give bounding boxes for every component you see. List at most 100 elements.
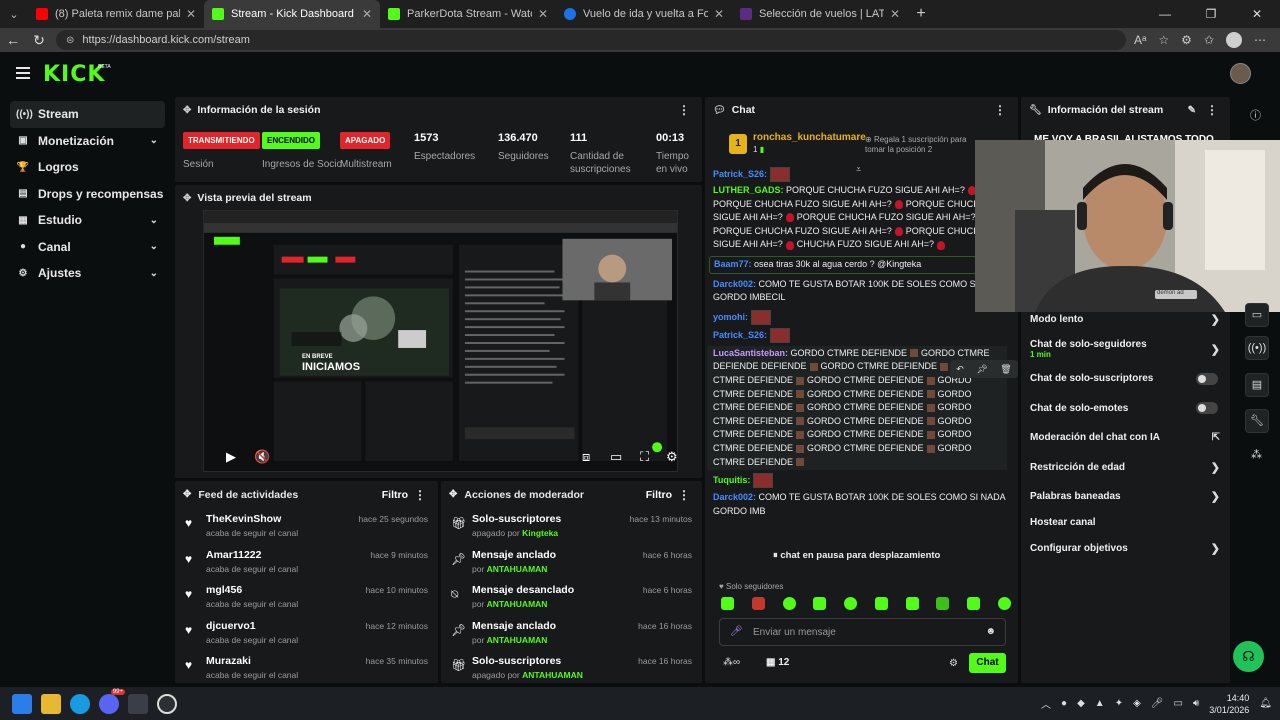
mute-icon[interactable]: 🔇 [254, 449, 270, 465]
setting-banned-words[interactable]: Palabras baneadas ❯ [1021, 482, 1230, 512]
discord-icon[interactable]: 99+ [99, 688, 125, 714]
browser-tab-youtube[interactable]: (8) Paleta remix dame paleta paleta ✕ [28, 0, 204, 28]
chat-username[interactable]: Darck002: [713, 279, 756, 289]
browser-tab-parkerdota[interactable]: ParkerDota Stream - Watch Live on ✕ [380, 0, 556, 28]
close-tab-icon[interactable]: ✕ [362, 7, 372, 21]
favorites-icon[interactable]: ✩ [1204, 33, 1214, 47]
emote-icon[interactable] [751, 597, 765, 610]
chat-username[interactable]: Patrick_S26: [713, 169, 767, 179]
emote-icon[interactable] [721, 597, 734, 610]
chat-tools-icon[interactable]: ⁂∞ [723, 657, 740, 668]
menu-icon[interactable] [16, 67, 30, 79]
favorite-star-icon[interactable]: ☆ [1158, 33, 1169, 47]
subscribers-only-toggle[interactable] [1196, 372, 1218, 385]
emote-icon[interactable] [844, 597, 858, 610]
setting-age-restriction[interactable]: Restricción de edad ❯ [1021, 453, 1230, 483]
user-avatar[interactable] [1230, 63, 1251, 84]
sidebar-item-ajustes[interactable]: ⚙ Ajustes ⌄ [0, 260, 172, 287]
more-icon[interactable]: ⋯ [1254, 33, 1266, 47]
chat-username[interactable]: Patrick_S26: [713, 330, 767, 340]
chat-input[interactable]: 🎤︎ Enviar un mensaje ☻ [719, 618, 1006, 646]
filter-button[interactable]: Filtro [646, 489, 672, 501]
tray-app-icon[interactable]: ● [1061, 698, 1067, 709]
emote-icon[interactable] [997, 597, 1011, 610]
move-handle-icon[interactable]: ✥ [183, 105, 191, 116]
sidebar-item-estudio[interactable]: ▦ Estudio ⌄ [0, 207, 172, 234]
microphone-icon[interactable]: 🎤︎ [730, 626, 743, 637]
setting-goals[interactable]: Configurar objetivos ❯ [1021, 534, 1230, 564]
file-explorer-icon[interactable] [41, 693, 61, 714]
emote-icon[interactable] [813, 597, 827, 610]
stream-preview-video[interactable]: EN BREVE INICIAMOS ▶ 🔇 ⧈ ▭ ⛶ ⚙ [203, 210, 678, 472]
apps-icon[interactable]: ⁂ [1251, 448, 1262, 461]
tray-app-icon[interactable]: ◆ [1077, 698, 1085, 709]
emote-icon[interactable] [936, 597, 950, 610]
clip-icon[interactable]: ⧈ [582, 449, 590, 465]
delete-icon[interactable]: 🗑︎ [1000, 364, 1011, 375]
emoji-picker-icon[interactable]: ☻ [985, 626, 996, 637]
browser-tab-vuelo[interactable]: Vuelo de ida y vuelta a Fortaleza | ✕ [556, 0, 732, 28]
theater-icon[interactable]: ▭ [610, 449, 622, 465]
tray-chevron-icon[interactable]: ︿ [1041, 696, 1051, 711]
chat-username[interactable]: LucaSantisteban: [713, 348, 788, 358]
more-options-icon[interactable]: ⋮ [1206, 103, 1218, 117]
info-icon[interactable]: ⓘ [1250, 107, 1261, 123]
sidebar-item-drops[interactable]: ▤ Drops y recompensas [0, 181, 172, 208]
settings-icon[interactable]: ⚙ [666, 449, 677, 465]
tray-app-icon[interactable]: ✦ [1115, 698, 1123, 709]
emotes-only-toggle[interactable] [1196, 402, 1218, 415]
close-tab-icon[interactable]: ✕ [538, 7, 548, 21]
status-badge[interactable]: APAGADO [340, 132, 391, 149]
extension-icon[interactable]: ⚙ [1181, 33, 1192, 47]
mod-user[interactable]: ANTAHUAMAN [487, 599, 548, 609]
pin-icon[interactable]: 📌︎ [976, 364, 987, 375]
more-options-icon[interactable]: ⋮ [678, 488, 690, 502]
restore-icon[interactable]: ❐ [1188, 0, 1234, 28]
windows-start-icon[interactable] [12, 693, 32, 714]
chat-username[interactable]: Baam77: [714, 259, 752, 269]
setting-followers-only[interactable]: Chat de solo-seguidores 1 min ❯ [1021, 335, 1230, 365]
sidebar-item-canal[interactable]: ● Canal ⌄ [0, 234, 172, 261]
edit-icon[interactable]: ✎ [1188, 105, 1196, 116]
sidebar-item-stream[interactable]: ((•)) Stream [10, 101, 165, 128]
minimize-icon[interactable]: — [1142, 0, 1188, 28]
close-window-icon[interactable]: ✕ [1234, 0, 1280, 28]
kick-logo[interactable]: KICK [43, 62, 105, 87]
tab-list-chevron-icon[interactable]: ⌄ [0, 8, 28, 21]
more-options-icon[interactable]: ⋮ [414, 488, 426, 502]
move-handle-icon[interactable]: ✥ [449, 489, 457, 500]
network-icon[interactable]: ▭ [1173, 698, 1182, 709]
reload-icon[interactable]: ↻ [26, 32, 52, 49]
site-info-icon[interactable]: ⊜ [66, 35, 74, 46]
sidebar-item-logros[interactable]: 🏆 Logros [0, 154, 172, 181]
send-chat-button[interactable]: Chat [969, 653, 1006, 673]
viewers-count[interactable]: ▦ 12 [766, 657, 789, 668]
chat-username[interactable]: yomohi: [713, 312, 748, 322]
back-icon[interactable]: ← [0, 32, 26, 48]
chat-username[interactable]: Darck002: [713, 492, 756, 502]
status-badge[interactable]: ENCENDIDO [262, 132, 321, 149]
layout-tool-icon[interactable]: ▤ [1245, 373, 1269, 397]
chat-username[interactable]: LUTHER_GADS: [713, 185, 784, 195]
notifications-icon[interactable]: 🔔︎ [1259, 698, 1272, 709]
chat-settings-icon[interactable]: ⚙ [949, 658, 958, 669]
mod-user[interactable]: ANTAHUAMAN [522, 670, 583, 680]
close-tab-icon[interactable]: ✕ [714, 7, 724, 21]
tray-app-icon[interactable]: ▲ [1095, 698, 1105, 709]
setting-host-channel[interactable]: Hostear canal [1021, 512, 1230, 534]
broadcast-tool-icon[interactable]: ((•)) [1245, 336, 1269, 360]
more-options-icon[interactable]: ⋮ [678, 103, 690, 117]
chat-paused-indicator[interactable]: ⏸ chat en pausa para desplazamiento [767, 548, 947, 563]
new-tab-button[interactable]: + [908, 5, 934, 23]
emote-icon[interactable] [782, 597, 796, 610]
tray-app-icon[interactable]: ◈ [1133, 698, 1141, 709]
mod-user[interactable]: ANTAHUAMAN [487, 635, 548, 645]
read-aloud-icon[interactable]: Aᵃ [1134, 33, 1146, 47]
microphone-icon[interactable]: 🎤︎ [1151, 698, 1164, 709]
chat-tool-icon[interactable]: ▭ [1245, 303, 1269, 327]
browser-tab-kick-dashboard[interactable]: Stream - Kick Dashboard ✕ [204, 0, 380, 28]
chat-username[interactable]: Tuquitis: [713, 475, 750, 485]
profile-avatar[interactable] [1226, 32, 1242, 48]
wrench-tool-icon[interactable]: 🔧︎ [1245, 409, 1269, 433]
mod-user[interactable]: Kingteka [522, 528, 558, 538]
